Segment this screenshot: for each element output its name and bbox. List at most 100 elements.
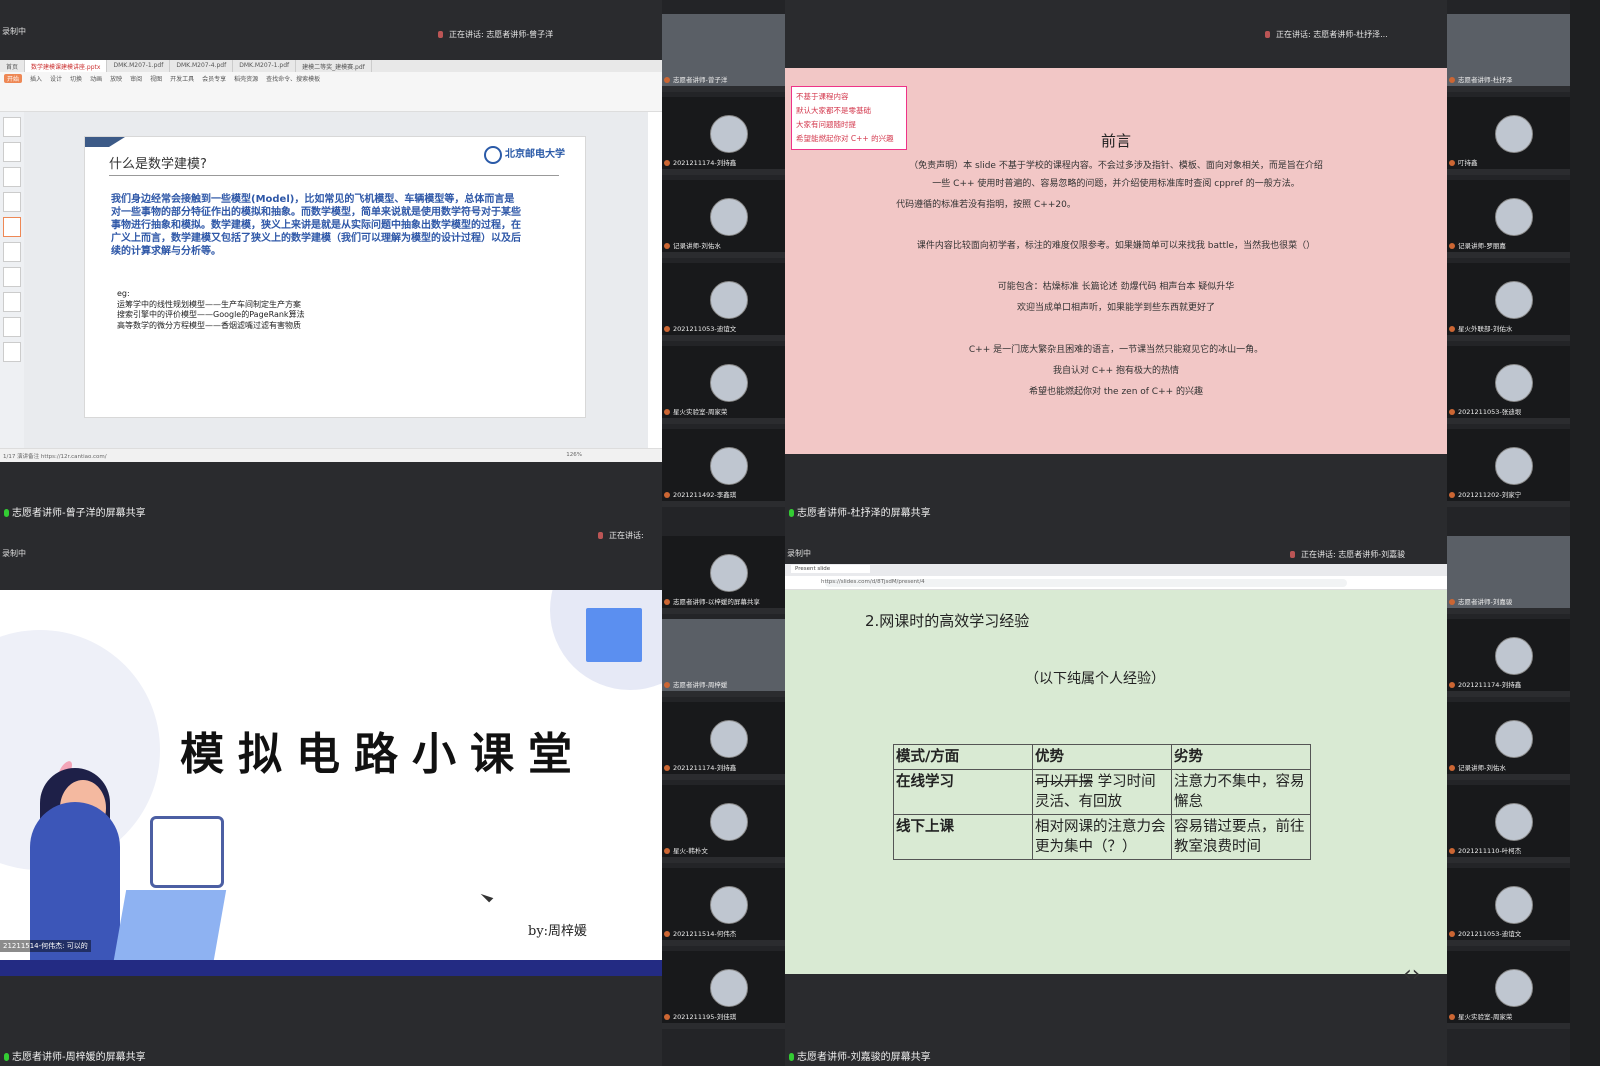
recording-indicator: 录制中 — [2, 27, 26, 36]
avatar — [710, 969, 748, 1007]
example-label: eg: — [117, 289, 130, 298]
zoom-level[interactable]: 126% — [566, 452, 582, 458]
slide-thumb[interactable] — [3, 292, 21, 312]
doc-tab[interactable]: 建模二等奖_建模赛.pdf — [296, 60, 372, 72]
participant-strip-1: 志愿者讲师-曾子洋 2021211174-刘持鑫记录讲师-刘佑水 202121105… — [662, 0, 785, 522]
menu-design[interactable]: 设计 — [50, 74, 62, 83]
participant-name: 2021211053-张迪垠 — [1449, 406, 1521, 416]
participant-tile[interactable]: 星火实验室-周家荣 — [1447, 951, 1570, 1029]
participant-tile[interactable]: 星火实验室-周家荣 — [662, 346, 785, 424]
participant-tile[interactable]: 记录讲师-刘佑水 — [662, 180, 785, 258]
participant-tile[interactable]: 星火-韩朴文 — [662, 785, 785, 863]
slide-thumb[interactable] — [3, 317, 21, 337]
menu-transition[interactable]: 切换 — [70, 74, 82, 83]
participant-tile[interactable]: 2021211514-何伟杰 — [662, 868, 785, 946]
participant-tile[interactable]: 志愿者讲师-以梓媛的屏幕共享 — [662, 536, 785, 614]
slide: 模拟电路小课堂 by:周梓媛 — [0, 590, 662, 960]
participant-tile[interactable]: 2021211053-迪谊文 — [1447, 868, 1570, 946]
slide-thumb[interactable] — [3, 192, 21, 212]
slide-thumb[interactable] — [3, 242, 21, 262]
slide: 什么是数学建模? 北京邮电大学 我们身边经常会接触到一些模型(Model)，比如… — [84, 136, 586, 418]
avatar — [710, 803, 748, 841]
share-label-text: 志愿者讲师-杜抒泽的屏幕共享 — [797, 508, 931, 519]
slide-thumb[interactable] — [3, 142, 21, 162]
example-list: eg: 运筹学中的线性规划模型——生产车间制定生产方案 搜索引擎中的评价模型——… — [117, 289, 305, 331]
menu-animation[interactable]: 动画 — [90, 74, 102, 83]
menu-member[interactable]: 会员专享 — [202, 74, 226, 83]
participant-tile[interactable]: 志愿者讲师-杜抒泽 — [1447, 14, 1570, 92]
slide-line: 课件内容比较面向初学者，标注的难度仅限参考。如果嫌简单可以来找我 battle，… — [916, 241, 1316, 251]
address-bar[interactable]: https://slides.com/d/8TjsdM/present/4 — [785, 576, 1447, 590]
doc-tab[interactable]: DMK.M207-1.pdf — [233, 60, 297, 72]
slide-line: 欢迎当成单口相声听，如果能学到些东西就更好了 — [1016, 303, 1215, 313]
participant-tile[interactable]: 叮持鑫 — [1447, 97, 1570, 175]
participant-tile[interactable]: 2021211174-刘持鑫 — [662, 702, 785, 780]
table-cell: 在线学习 — [893, 769, 1033, 815]
share-label: 志愿者讲师-周梓媛的屏幕共享 — [0, 1050, 146, 1066]
participant-tile[interactable]: 记录讲师-罗丽嘉 — [1447, 180, 1570, 258]
ribbon: 开始 插入 设计 切换 动画 放映 审阅 视图 开发工具 会员专享 稻壳资源 查… — [0, 72, 662, 112]
participant-tile[interactable]: 2021211202-刘家宁 — [1447, 429, 1570, 507]
participant-tile[interactable]: 2021211110-叶柯杰 — [1447, 785, 1570, 863]
participant-tile[interactable]: 2021211174-刘持鑫 — [1447, 619, 1570, 697]
slide-thumb-active[interactable] — [3, 217, 21, 237]
url-text[interactable]: https://slides.com/d/8TjsdM/present/4 — [821, 579, 925, 585]
menu-view[interactable]: 视图 — [150, 74, 162, 83]
slide-author: by:周梓媛 — [528, 924, 588, 939]
menu-insert[interactable]: 插入 — [30, 74, 42, 83]
participant-tile[interactable]: 2021211053-迪谊文 — [662, 263, 785, 341]
participant-strip-4: 志愿者讲师-刘嘉骏 2021211174-刘持鑫 记录讲师-刘佑水 202121111… — [1447, 522, 1570, 1066]
slide-thumb[interactable] — [3, 167, 21, 187]
slide-nav-arrows[interactable]: ‹› — [1403, 962, 1421, 987]
doc-tab-active[interactable]: 数学建模课建模讲座.pptx — [25, 60, 108, 72]
doc-tab[interactable]: DMK.M207-4.pdf — [170, 60, 234, 72]
menu-review[interactable]: 审阅 — [130, 74, 142, 83]
share-label: 志愿者讲师-曾子洋的屏幕共享 — [0, 506, 146, 522]
participant-name: 2021211174-刘持鑫 — [664, 157, 736, 167]
doc-tab[interactable]: 首页 — [0, 60, 26, 72]
participant-name: 2021211514-何伟杰 — [664, 928, 736, 938]
doc-tab[interactable]: DMK.M207-1.pdf — [107, 60, 171, 72]
participant-tile[interactable]: 2021211492-李鑫琪 — [662, 429, 785, 507]
participant-strip-3: 志愿者讲师-以梓媛的屏幕共享 志愿者讲师-周梓媛 2021211174-刘持鑫 星火-… — [662, 522, 785, 1066]
document-tabs: 首页 数学建模课建模讲座.pptx DMK.M207-1.pdf DMK.M20… — [0, 60, 662, 72]
participant-tile[interactable]: 记录讲师-刘佑水 — [1447, 702, 1570, 780]
participant-tile[interactable]: 2021211053-张迪垠 — [1447, 346, 1570, 424]
browser-tab[interactable]: Present slide — [791, 565, 871, 573]
slide-thumb[interactable] — [3, 117, 21, 137]
slide-line: （免责声明）本 slide 不基于学校的课程内容。不会过多涉及指针、模板、面向对… — [909, 161, 1323, 171]
mic-icon — [789, 509, 794, 517]
example-item: 高等数学的微分方程模型——香烟滤嘴过滤有害物质 — [117, 320, 301, 330]
participant-tile[interactable]: 志愿者讲师-曾子洋 — [662, 14, 785, 92]
menu-developer[interactable]: 开发工具 — [170, 74, 194, 83]
menu-docer[interactable]: 稻壳资源 — [234, 74, 258, 83]
participant-name: 星火外联部-刘佑水 — [1449, 323, 1512, 333]
search-command[interactable]: 查找命令、搜索模板 — [266, 74, 320, 83]
table-header: 模式/方面 — [893, 744, 1033, 770]
laptop-illustration — [113, 890, 227, 960]
participant-tile[interactable]: 2021211195-刘佳琪 — [662, 951, 785, 1029]
participant-tile[interactable]: 星火外联部-刘佑水 — [1447, 263, 1570, 341]
table-cell: 注意力不集中，容易懈怠 — [1171, 769, 1311, 815]
slide-thumb[interactable] — [3, 267, 21, 287]
mouse-cursor-icon — [480, 889, 494, 903]
example-item: 搜索引擎中的评价模型——Google的PageRank算法 — [117, 310, 305, 319]
participant-name: 志愿者讲师-杜抒泽 — [1449, 74, 1512, 84]
slide: 不基于课程内容 默认大家都不是零基础 大家有问题随时提 希望能燃起你对 C++ … — [785, 68, 1447, 454]
participant-tile[interactable]: 志愿者讲师-刘嘉骏 — [1447, 536, 1570, 614]
speaking-indicator: 正在讲话: 志愿者讲师-杜抒泽... — [1265, 29, 1388, 40]
participant-tile[interactable]: 2021211174-刘持鑫 — [662, 97, 785, 175]
participant-name: 2021211492-李鑫琪 — [664, 489, 736, 499]
slide-line: 希望也能燃起你对 the zen of C++ 的兴趣 — [1028, 387, 1204, 397]
slide-thumb[interactable] — [3, 342, 21, 362]
avatar — [710, 364, 748, 402]
illustration-person — [30, 802, 120, 960]
menu-home[interactable]: 开始 — [4, 74, 23, 83]
slide-line: 一些 C++ 使用时普遍的、容易忽略的问题，并介绍使用标准库时查阅 cppref… — [932, 179, 1300, 189]
note-line: 不基于课程内容 — [796, 92, 849, 101]
speaking-indicator: 正在讲话: 志愿者讲师-刘嘉骏 — [1290, 549, 1405, 560]
share-label: 志愿者讲师-杜抒泽的屏幕共享 — [785, 506, 931, 522]
participant-tile[interactable]: 志愿者讲师-周梓媛 — [662, 619, 785, 697]
share-label-text: 志愿者讲师-曾子洋的屏幕共享 — [12, 508, 146, 519]
menu-slideshow[interactable]: 放映 — [110, 74, 122, 83]
